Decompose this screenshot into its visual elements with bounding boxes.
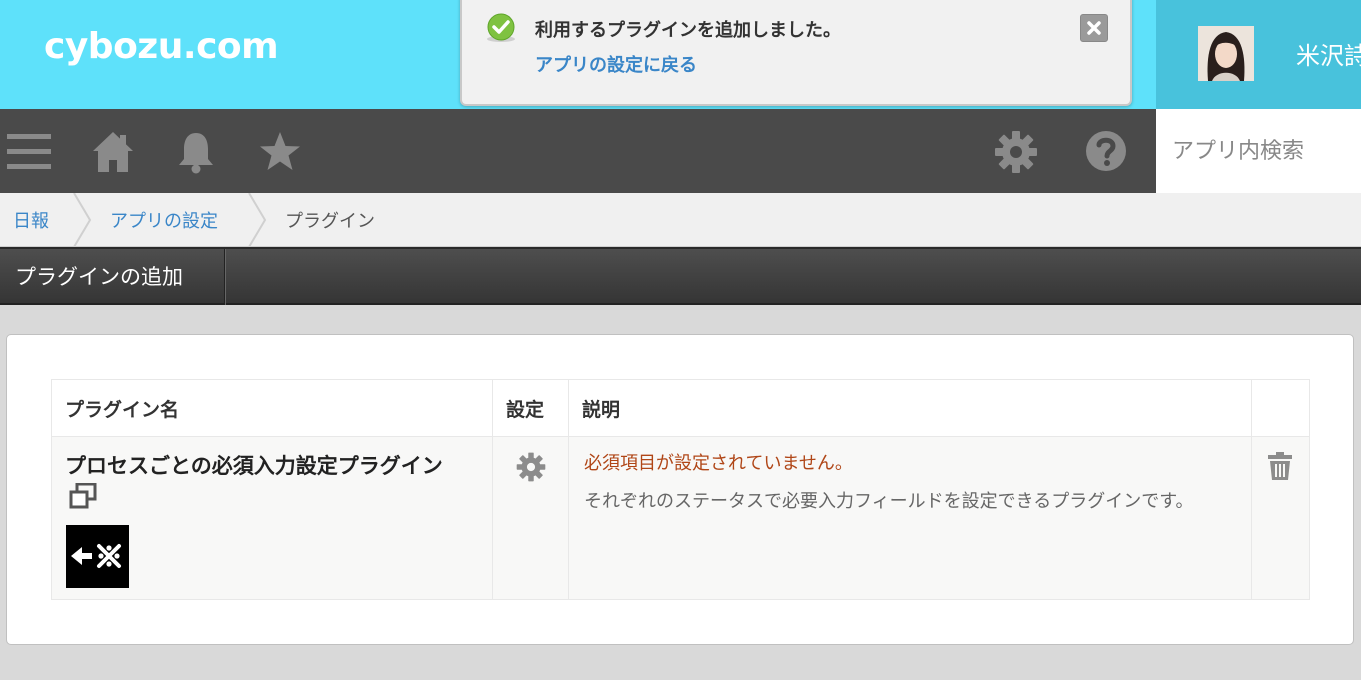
home-icon[interactable] — [92, 130, 134, 178]
plugin-settings-gear-icon[interactable] — [516, 452, 546, 482]
notification-banner: 利用するプラグインを追加しました。 アプリの設定に戻る — [460, 0, 1132, 106]
breadcrumb-current-plugin: プラグイン — [285, 211, 375, 232]
plugin-name: プロセスごとの必須入力設定プラグイン — [65, 454, 443, 478]
bell-icon[interactable] — [175, 130, 217, 178]
success-check-icon — [484, 12, 518, 50]
plugin-error-message: 必須項目が設定されていません。 — [584, 453, 853, 474]
breadcrumb-separator-icon — [72, 192, 94, 251]
plugin-actions-cell — [1251, 436, 1310, 600]
plugin-settings-cell — [492, 436, 569, 600]
delete-trash-icon[interactable] — [1268, 452, 1292, 480]
plugin-description: それぞれのステータスで必要入力フィールドを設定できるプラグインです。 — [584, 491, 1194, 512]
breadcrumb-app-settings[interactable]: アプリの設定 — [110, 207, 218, 233]
user-avatar[interactable] — [1198, 26, 1254, 81]
global-toolbar — [0, 109, 1156, 193]
breadcrumb-separator-icon — [247, 192, 269, 251]
table-row: プロセスごとの必須入力設定プラグイン 必須項目が設定されていません。 それぞれの… — [51, 436, 1310, 600]
column-header-plugin-name: プラグイン名 — [51, 379, 493, 437]
breadcrumb-app[interactable]: 日報 — [13, 207, 49, 233]
back-to-app-settings-link[interactable]: アプリの設定に戻る — [535, 51, 697, 77]
star-icon[interactable] — [258, 130, 302, 178]
settings-gear-icon[interactable] — [994, 130, 1038, 178]
plugin-name-wrapper: プロセスごとの必須入力設定プラグイン — [52, 437, 492, 519]
breadcrumb: 日報 アプリの設定 プラグイン — [0, 192, 1361, 248]
help-icon[interactable] — [1085, 130, 1127, 176]
column-header-actions — [1251, 379, 1310, 437]
user-menu[interactable]: 米沢詩 — [1156, 0, 1361, 109]
column-header-settings: 設定 — [492, 379, 569, 437]
app-search-input[interactable] — [1156, 109, 1361, 193]
menu-icon[interactable] — [7, 130, 51, 178]
app-search-box — [1156, 109, 1361, 193]
cybozu-logo[interactable]: cybozu.com — [44, 26, 279, 67]
column-header-description: 説明 — [568, 379, 1252, 437]
section-divider — [224, 249, 226, 305]
plugin-icon — [66, 525, 129, 588]
user-name[interactable]: 米沢詩 — [1296, 36, 1361, 71]
close-icon[interactable] — [1080, 14, 1108, 42]
notification-message: 利用するプラグインを追加しました。 — [535, 20, 841, 41]
section-header: プラグインの追加 — [0, 247, 1361, 305]
table-header-row: プラグイン名 設定 説明 — [51, 379, 1310, 437]
plugin-panel: プラグイン名 設定 説明 プロセスごとの必須入力設定プラグイン 必須項目が設定さ… — [6, 334, 1354, 645]
section-title: プラグインの追加 — [15, 265, 183, 289]
plugin-description-cell: 必須項目が設定されていません。 それぞれのステータスで必要入力フィールドを設定で… — [568, 436, 1252, 600]
plugin-table: プラグイン名 設定 説明 プロセスごとの必須入力設定プラグイン 必須項目が設定さ… — [51, 379, 1310, 600]
open-in-new-window-icon[interactable] — [69, 482, 97, 519]
plugin-name-cell: プロセスごとの必須入力設定プラグイン — [51, 436, 493, 600]
